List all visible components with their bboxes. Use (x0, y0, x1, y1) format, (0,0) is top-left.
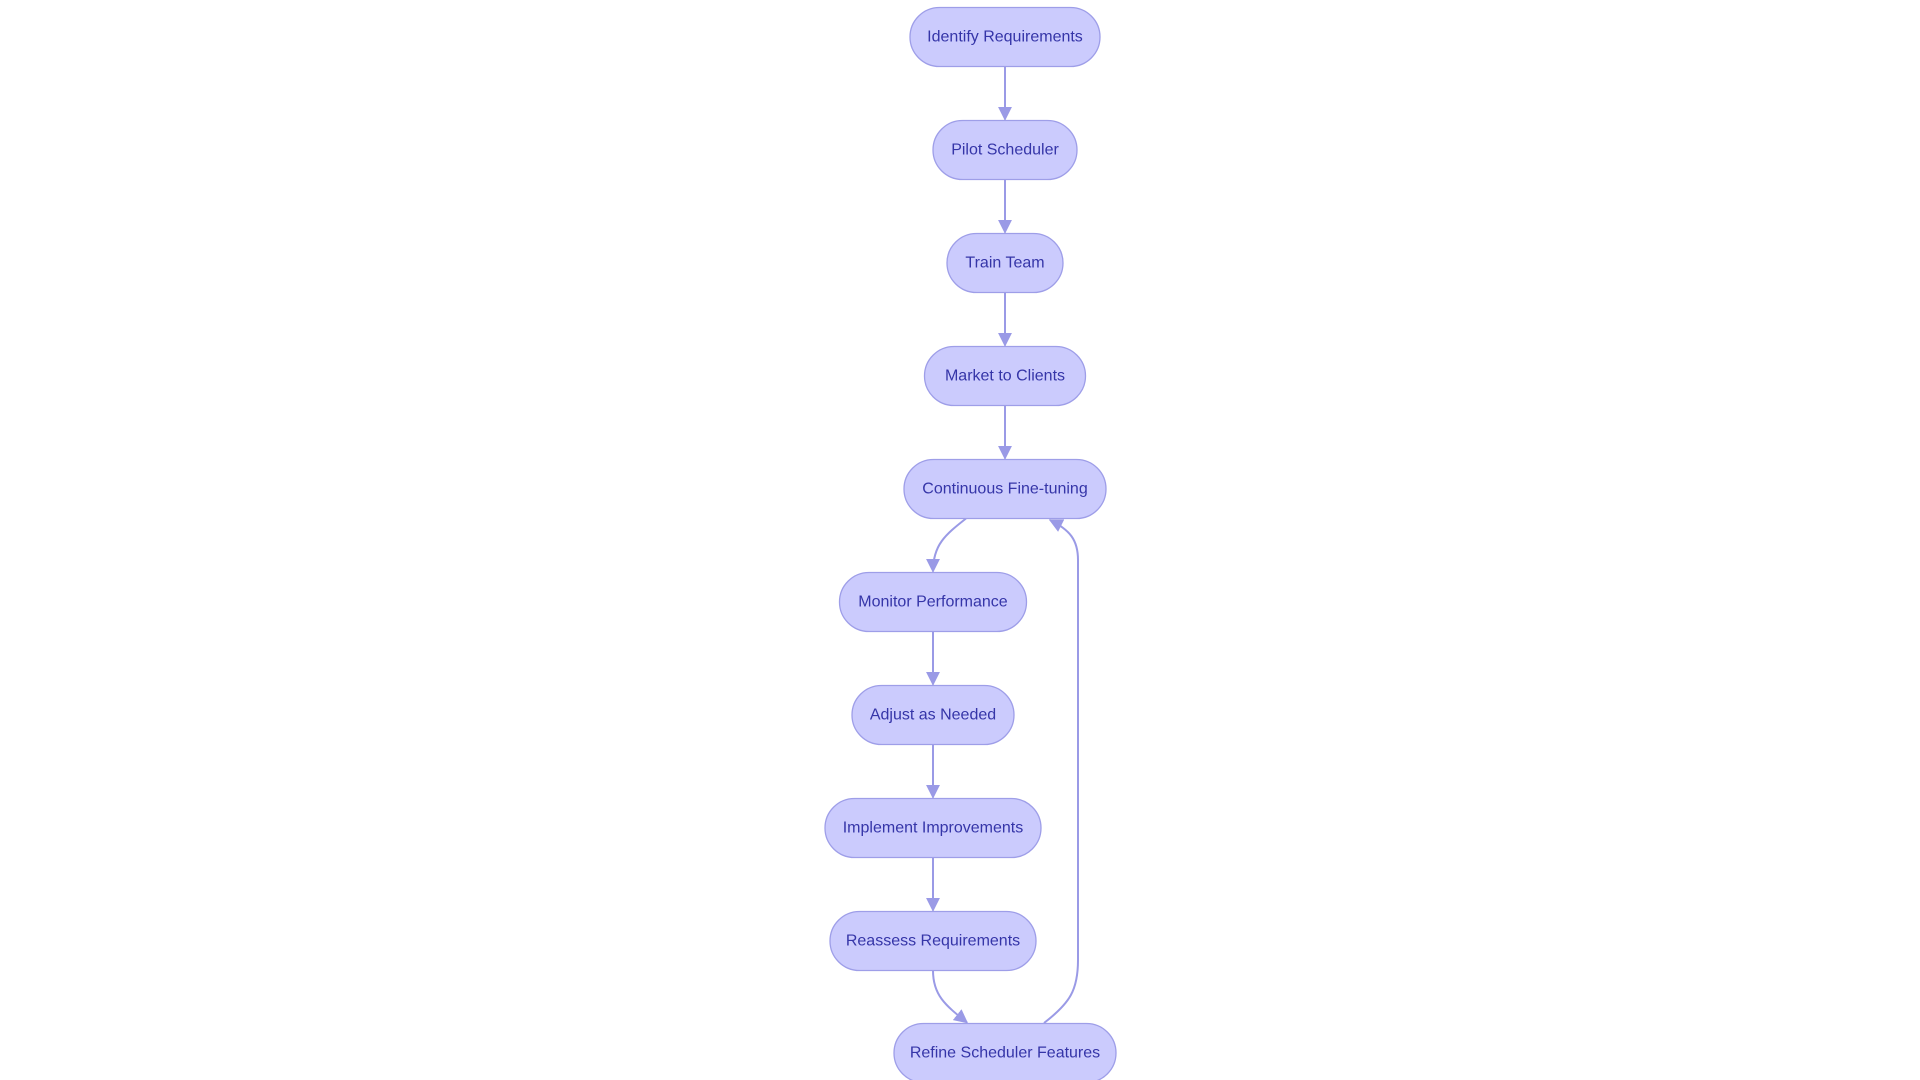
node-refine: Refine Scheduler Features (893, 1022, 1117, 1080)
node-market: Market to Clients (923, 345, 1087, 407)
node-monitor: Monitor Performance (838, 571, 1028, 633)
edge-refine-to-finetune (1043, 519, 1079, 1024)
node-label: Identify Requirements (927, 29, 1083, 46)
node-label: Continuous Fine-tuning (922, 481, 1087, 498)
node-reassess: Reassess Requirements (829, 910, 1037, 972)
node-label: Reassess Requirements (846, 933, 1020, 950)
node-adjust: Adjust as Needed (851, 684, 1015, 746)
node-identify: Identify Requirements (909, 6, 1101, 68)
edge-reassess-to-refine (932, 970, 969, 1024)
edge-finetune-to-monitor (926, 517, 967, 573)
flowchart: Identify Requirements Pilot Scheduler Trai… (824, 6, 1117, 1080)
node-finetune: Continuous Fine-tuning (903, 458, 1107, 520)
node-pilot: Pilot Scheduler (932, 119, 1078, 181)
node-label: Refine Scheduler Features (910, 1045, 1100, 1062)
node-label: Market to Clients (945, 368, 1065, 385)
node-implement: Implement Improvements (824, 797, 1042, 859)
node-label: Monitor Performance (858, 594, 1007, 611)
node-label: Implement Improvements (843, 820, 1024, 837)
node-label: Adjust as Needed (870, 707, 996, 724)
node-label: Pilot Scheduler (951, 142, 1059, 159)
node-train: Train Team (946, 232, 1064, 294)
node-label: Train Team (965, 255, 1044, 272)
